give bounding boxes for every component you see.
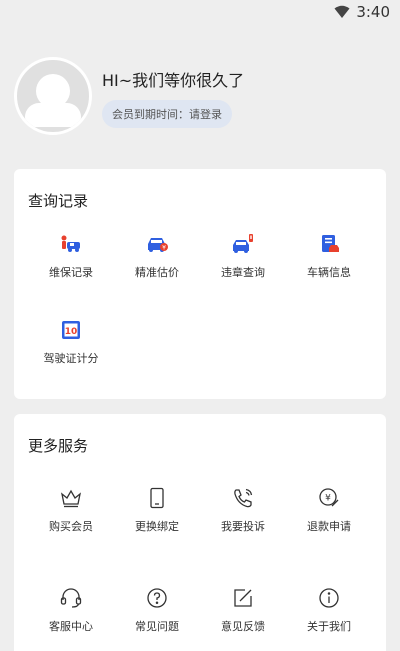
- services-title: 更多服务: [28, 437, 89, 455]
- services-item-label: 退款申请: [307, 520, 351, 533]
- services-grid: 购买会员 更换绑定 我要投诉 ¥ 退款申请 客服中心 常见问题 意见反馈 关于我…: [14, 486, 386, 651]
- profile-header: HI~我们等你很久了 会员到期时间：请登录: [14, 57, 386, 137]
- records-item-maintenance[interactable]: 维保记录: [28, 232, 114, 318]
- services-item-customer-service[interactable]: 客服中心: [28, 586, 114, 651]
- phone-icon: [145, 486, 169, 510]
- records-item-label: 驾驶证计分: [43, 352, 99, 365]
- services-item-change-binding[interactable]: 更换绑定: [114, 486, 200, 572]
- headset-icon: [59, 586, 83, 610]
- services-item-complaint[interactable]: 我要投诉: [200, 486, 286, 572]
- query-records-card: 查询记录 维保记录 ¥ 精准估价 违章查询 车辆信息 10 驾驶证计分: [14, 169, 386, 399]
- call-icon: [231, 486, 255, 510]
- records-item-violation[interactable]: 违章查询: [200, 232, 286, 318]
- member-expiry-badge[interactable]: 会员到期时间：请登录: [102, 100, 232, 128]
- clock: 3:40: [356, 3, 390, 21]
- valuation-icon: ¥: [145, 232, 169, 256]
- records-item-label: 车辆信息: [307, 266, 351, 279]
- records-item-vehicle-info[interactable]: 车辆信息: [286, 232, 372, 318]
- feedback-icon: [231, 586, 255, 610]
- vehicle-info-icon: [317, 232, 341, 256]
- records-item-label: 维保记录: [49, 266, 93, 279]
- refund-icon: ¥: [317, 486, 341, 510]
- violation-icon: [231, 232, 255, 256]
- services-item-label: 购买会员: [49, 520, 93, 533]
- records-grid: 维保记录 ¥ 精准估价 违章查询 车辆信息 10 驾驶证计分: [14, 232, 386, 404]
- records-title: 查询记录: [28, 192, 89, 210]
- services-item-refund[interactable]: ¥ 退款申请: [286, 486, 372, 572]
- question-icon: [145, 586, 169, 610]
- records-item-label: 精准估价: [135, 266, 179, 279]
- services-item-label: 更换绑定: [135, 520, 179, 533]
- services-item-label: 客服中心: [49, 620, 93, 633]
- services-item-feedback[interactable]: 意见反馈: [200, 586, 286, 651]
- services-item-label: 意见反馈: [221, 620, 265, 633]
- records-item-license-points[interactable]: 10 驾驶证计分: [28, 318, 114, 404]
- status-bar: 3:40: [0, 0, 400, 24]
- wifi-icon: [334, 5, 350, 18]
- profile-info: HI~我们等你很久了 会员到期时间：请登录: [102, 67, 244, 128]
- services-item-about-us[interactable]: 关于我们: [286, 586, 372, 651]
- services-item-faq[interactable]: 常见问题: [114, 586, 200, 651]
- records-item-valuation[interactable]: ¥ 精准估价: [114, 232, 200, 318]
- avatar-body: [25, 103, 81, 127]
- records-item-label: 违章查询: [221, 266, 265, 279]
- crown-icon: [59, 486, 83, 510]
- avatar[interactable]: [14, 57, 92, 135]
- license-points-icon: 10: [59, 318, 83, 342]
- services-item-buy-membership[interactable]: 购买会员: [28, 486, 114, 572]
- maintenance-icon: [59, 232, 83, 256]
- svg-text:¥: ¥: [162, 245, 166, 252]
- svg-text:10: 10: [65, 327, 78, 337]
- services-item-label: 常见问题: [135, 620, 179, 633]
- svg-text:¥: ¥: [325, 494, 331, 504]
- services-item-label: 我要投诉: [221, 520, 265, 533]
- info-icon: [317, 586, 341, 610]
- greeting-text: HI~我们等你很久了: [102, 71, 245, 90]
- more-services-card: 更多服务 购买会员 更换绑定 我要投诉 ¥ 退款申请 客服中心 常见问题 意见反…: [14, 414, 386, 651]
- services-item-label: 关于我们: [307, 620, 351, 633]
